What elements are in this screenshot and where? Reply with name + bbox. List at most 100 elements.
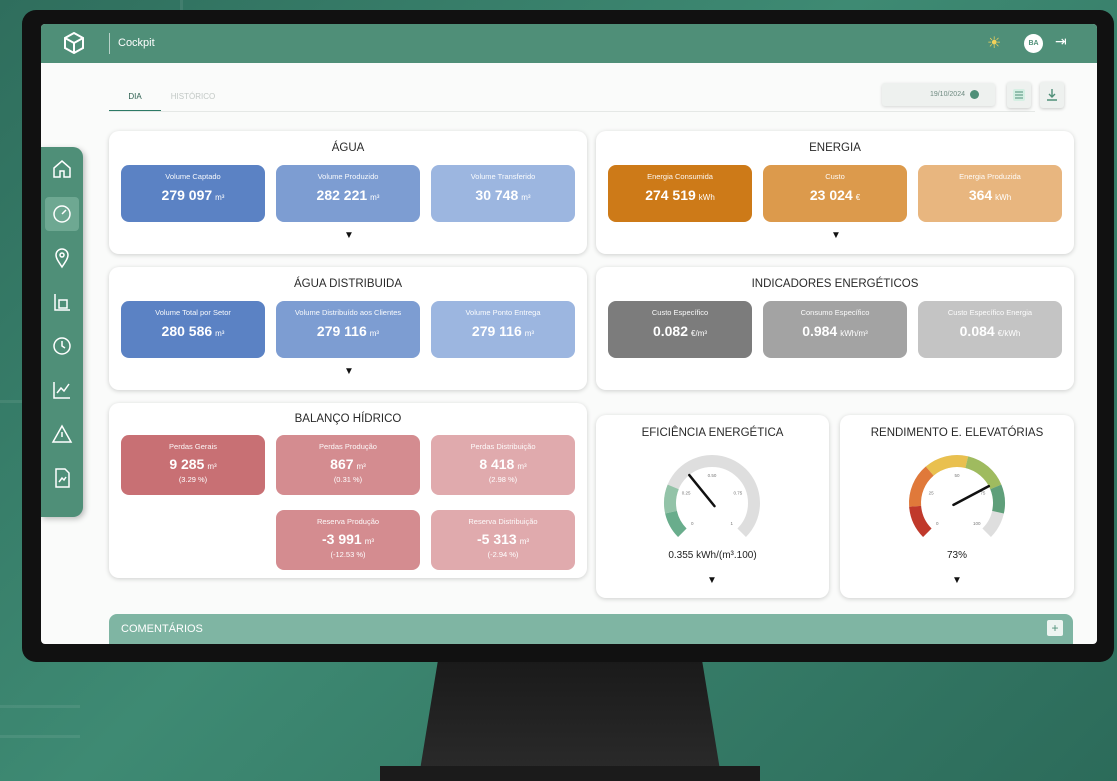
balanco-panel: BALANÇO HÍDRICO Perdas Gerais 9 285 m³ (3… <box>109 403 587 578</box>
date-value: 19/10/2024 <box>929 91 965 98</box>
reserva-distribuicao-card[interactable]: Reserva Distribuição -5 313 m³ (-2.94 %) <box>431 510 575 570</box>
eficiencia-panel: EFICIÊNCIA ENERGÉTICA 0 0.25 0.50 0.75 1 0.3… <box>596 415 829 598</box>
card-label: Volume Distribuído aos Clientes <box>294 308 402 317</box>
card-unit: m³ <box>215 329 225 338</box>
alert-icon[interactable] <box>45 417 79 451</box>
card-unit: m³ <box>517 462 527 471</box>
volume-distribuido-clientes-card[interactable]: Volume Distribuído aos Clientes 279 116 m… <box>276 301 420 358</box>
card-label: Reserva Produção <box>316 517 380 526</box>
gauge-tick-label: 100 <box>973 521 981 526</box>
card-unit: kWh <box>995 193 1012 202</box>
custo-card[interactable]: Custo 23 024 € <box>763 165 907 222</box>
card-label: Perdas Gerais <box>169 442 217 451</box>
card-label: Volume Total por Setor <box>155 308 231 317</box>
rendimento-gauge: 0255075100 <box>909 455 1005 537</box>
gauge-tick-label: 50 <box>954 473 960 478</box>
card-value: 867 <box>330 456 354 472</box>
download-button[interactable] <box>1040 82 1064 108</box>
filter-button[interactable] <box>1007 82 1031 108</box>
card-label: Energia Consumida <box>647 172 713 181</box>
card-label: Consumo Específico <box>800 308 870 317</box>
expand-caret[interactable]: ▼ <box>831 230 841 241</box>
weather-icon[interactable]: ☀ <box>987 33 1001 53</box>
agua-panel: ÁGUA Volume Captado 279 097 m³ Volume Pro… <box>109 131 587 254</box>
chart-icon[interactable] <box>45 373 79 407</box>
card-value: 0.084 <box>959 323 995 339</box>
card-value: 30 748 <box>475 187 519 203</box>
card-value: 0.984 <box>802 323 838 339</box>
card-label: Volume Produzido <box>317 172 379 181</box>
clock-icon <box>970 90 979 99</box>
card-percent: (2.98 %) <box>488 475 518 484</box>
home-icon[interactable] <box>45 152 79 186</box>
logout-icon[interactable]: ⇥ <box>1055 33 1067 50</box>
document-chart-icon[interactable] <box>45 461 79 495</box>
perdas-producao-card[interactable]: Perdas Produção 867 m³ (0.31 %) <box>276 435 420 495</box>
volume-captado-card[interactable]: Volume Captado 279 097 m³ <box>121 165 265 222</box>
title-separator <box>109 33 110 54</box>
gauge-tick-label: 0.50 <box>708 473 717 478</box>
date-picker[interactable]: 19/10/2024 <box>882 83 995 106</box>
indicadores-title: INDICADORES ENERGÉTICOS <box>751 278 919 290</box>
energia-consumida-card[interactable]: Energia Consumida 274 519 kWh <box>608 165 752 222</box>
card-unit: €/kWh <box>997 329 1021 338</box>
indicadores-panel: INDICADORES ENERGÉTICOS Custo Específico… <box>596 267 1074 390</box>
volume-produzido-card[interactable]: Volume Produzido 282 221 m³ <box>276 165 420 222</box>
eficiencia-gauge: 0 0.25 0.50 0.75 1 <box>664 455 760 537</box>
reserva-producao-card[interactable]: Reserva Produção -3 991 m³ (-12.53 %) <box>276 510 420 570</box>
energia-produzida-card[interactable]: Energia Produzida 364 kWh <box>918 165 1062 222</box>
expand-caret[interactable]: ▼ <box>707 575 717 586</box>
perdas-distribuicao-card[interactable]: Perdas Distribuição 8 418 m³ (2.98 %) <box>431 435 575 495</box>
card-percent: (-2.94 %) <box>487 550 519 559</box>
map-pin-icon[interactable] <box>45 241 79 275</box>
card-value: 279 116 <box>316 323 367 339</box>
card-unit: m³ <box>369 329 380 338</box>
gauge-icon[interactable] <box>45 197 79 231</box>
card-value: 23 024 <box>809 187 853 203</box>
custo-especifico-energia-card[interactable]: Custo Específico Energia 0.084 €/kWh <box>918 301 1062 358</box>
eficiencia-title: EFICIÊNCIA ENERGÉTICA <box>641 427 784 439</box>
card-unit: kWh <box>698 193 715 202</box>
gauge-tick-label: 0.75 <box>733 490 742 495</box>
card-unit: m³ <box>519 537 530 546</box>
energia-panel: ENERGIA Energia Consumida 274 519 kWh Cus… <box>596 131 1074 254</box>
card-label: Custo Específico Energia <box>947 308 1033 317</box>
card-unit: m³ <box>215 193 225 202</box>
tab-historico[interactable]: HISTÓRICO <box>165 84 221 110</box>
custo-especifico-card[interactable]: Custo Específico 0.082 €/m³ <box>608 301 752 358</box>
card-unit: € <box>855 193 861 202</box>
energia-title: ENERGIA <box>809 142 861 154</box>
volume-total-setor-card[interactable]: Volume Total por Setor 280 586 m³ <box>121 301 265 358</box>
gauge-tick-label: 0 <box>936 521 939 526</box>
expand-caret[interactable]: ▼ <box>344 230 354 241</box>
card-unit: m³ <box>521 193 531 202</box>
tab-dia[interactable]: DIA <box>109 84 161 112</box>
perdas-gerais-card[interactable]: Perdas Gerais 9 285 m³ (3.29 %) <box>121 435 265 495</box>
expand-caret[interactable]: ▼ <box>344 366 354 377</box>
gauge-segment <box>925 455 969 476</box>
report-icon[interactable] <box>45 285 79 319</box>
gauge-segment <box>909 505 932 537</box>
add-comment-button[interactable]: + <box>1047 620 1063 636</box>
balanco-title: BALANÇO HÍDRICO <box>294 413 402 425</box>
gauge-tick-label: 25 <box>929 490 935 495</box>
expand-caret[interactable]: ▼ <box>952 575 962 586</box>
eficiencia-value: 0.355 kWh/(m³.100) <box>668 550 757 561</box>
avatar[interactable]: BA <box>1024 34 1043 53</box>
rendimento-panel: RENDIMENTO E. ELEVATÓRIAS 0 25 50 75 100 73%… <box>840 415 1074 598</box>
volume-transferido-card[interactable]: Volume Transferido 30 748 m³ <box>431 165 575 222</box>
card-value: 0.082 <box>652 323 689 339</box>
clock-icon[interactable] <box>45 329 79 363</box>
download-icon <box>1047 89 1057 101</box>
card-percent: (0.31 %) <box>333 475 363 484</box>
card-value: -3 991 <box>321 531 362 547</box>
card-unit: €/m³ <box>691 329 708 338</box>
comments-bar[interactable]: COMENTÁRIOS + <box>109 614 1073 644</box>
card-value: 8 418 <box>479 456 515 472</box>
gauge-tick-label: 1 <box>731 521 734 526</box>
gauge-tick-label: 0 <box>691 521 694 526</box>
consumo-especifico-card[interactable]: Consumo Específico 0.984 kWh/m³ <box>763 301 907 358</box>
volume-ponto-entrega-card[interactable]: Volume Ponto Entrega 279 116 m³ <box>431 301 575 358</box>
gauge-segment <box>965 456 1002 490</box>
card-value: 364 <box>968 187 993 203</box>
